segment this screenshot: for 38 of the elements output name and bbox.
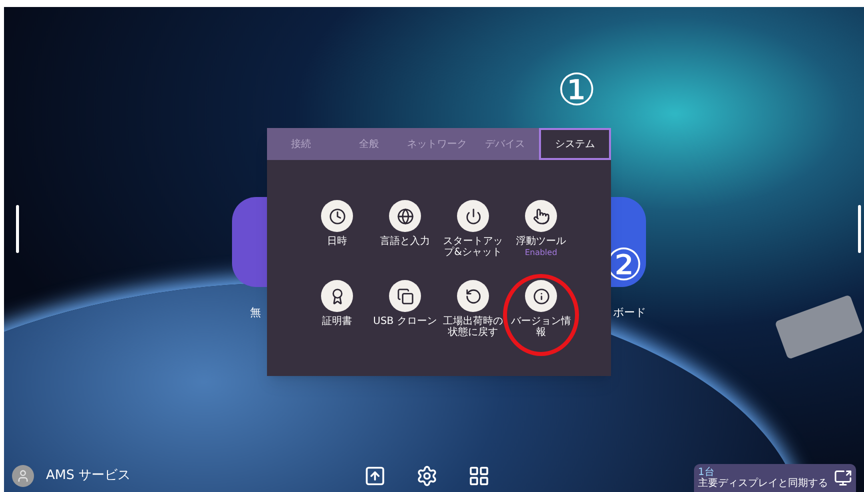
- user-name: AMS サービス: [46, 467, 130, 486]
- item-label: 工場出荷時の状態に戻す: [442, 316, 504, 338]
- annotation-number: ①: [557, 69, 596, 113]
- settings-item[interactable]: 証明書: [303, 278, 371, 352]
- info-icon: [532, 288, 550, 304]
- side-handle[interactable]: [858, 205, 861, 253]
- side-handle[interactable]: [16, 205, 19, 253]
- clock-icon: [328, 208, 346, 224]
- app-label: ボード: [613, 305, 646, 321]
- settings-item[interactable]: 日時: [303, 198, 371, 272]
- screen-share-icon[interactable]: [834, 469, 852, 487]
- item-label: 言語と入力: [379, 236, 431, 247]
- settings-tab[interactable]: システム: [539, 128, 611, 160]
- settings-item[interactable]: 浮動ツール Enabled: [507, 198, 575, 272]
- settings-item[interactable]: 言語と入力: [371, 198, 439, 272]
- settings-item[interactable]: バージョン情報: [507, 278, 575, 352]
- item-label: バージョン情報: [510, 316, 572, 338]
- item-label: 証明書: [321, 316, 353, 327]
- settings-item[interactable]: スタートアップ&シャット: [439, 198, 507, 272]
- copy-icon: [396, 288, 414, 304]
- status-label: Enabled: [524, 247, 558, 258]
- grid-icon[interactable]: [468, 465, 490, 487]
- power-icon: [464, 208, 482, 224]
- settings-item[interactable]: 工場出荷時の状態に戻す: [439, 278, 507, 352]
- sync-card[interactable]: 1台 主要ディスプレイと同期する: [694, 464, 856, 492]
- hand-icon: [532, 208, 550, 224]
- item-label: スタートアップ&シャット: [442, 236, 504, 258]
- item-label: 浮動ツール: [515, 236, 567, 247]
- app-label: 無: [250, 305, 261, 321]
- share-icon[interactable]: [364, 465, 386, 487]
- settings-icon[interactable]: [416, 465, 438, 487]
- item-label: 日時: [326, 236, 348, 247]
- reset-icon: [464, 288, 482, 304]
- sync-label: 主要ディスプレイと同期する: [698, 478, 828, 489]
- settings-item[interactable]: USB クローン: [371, 278, 439, 352]
- globe-icon: [396, 208, 414, 224]
- sync-count: 1台: [698, 467, 716, 478]
- item-label: USB クローン: [373, 316, 437, 327]
